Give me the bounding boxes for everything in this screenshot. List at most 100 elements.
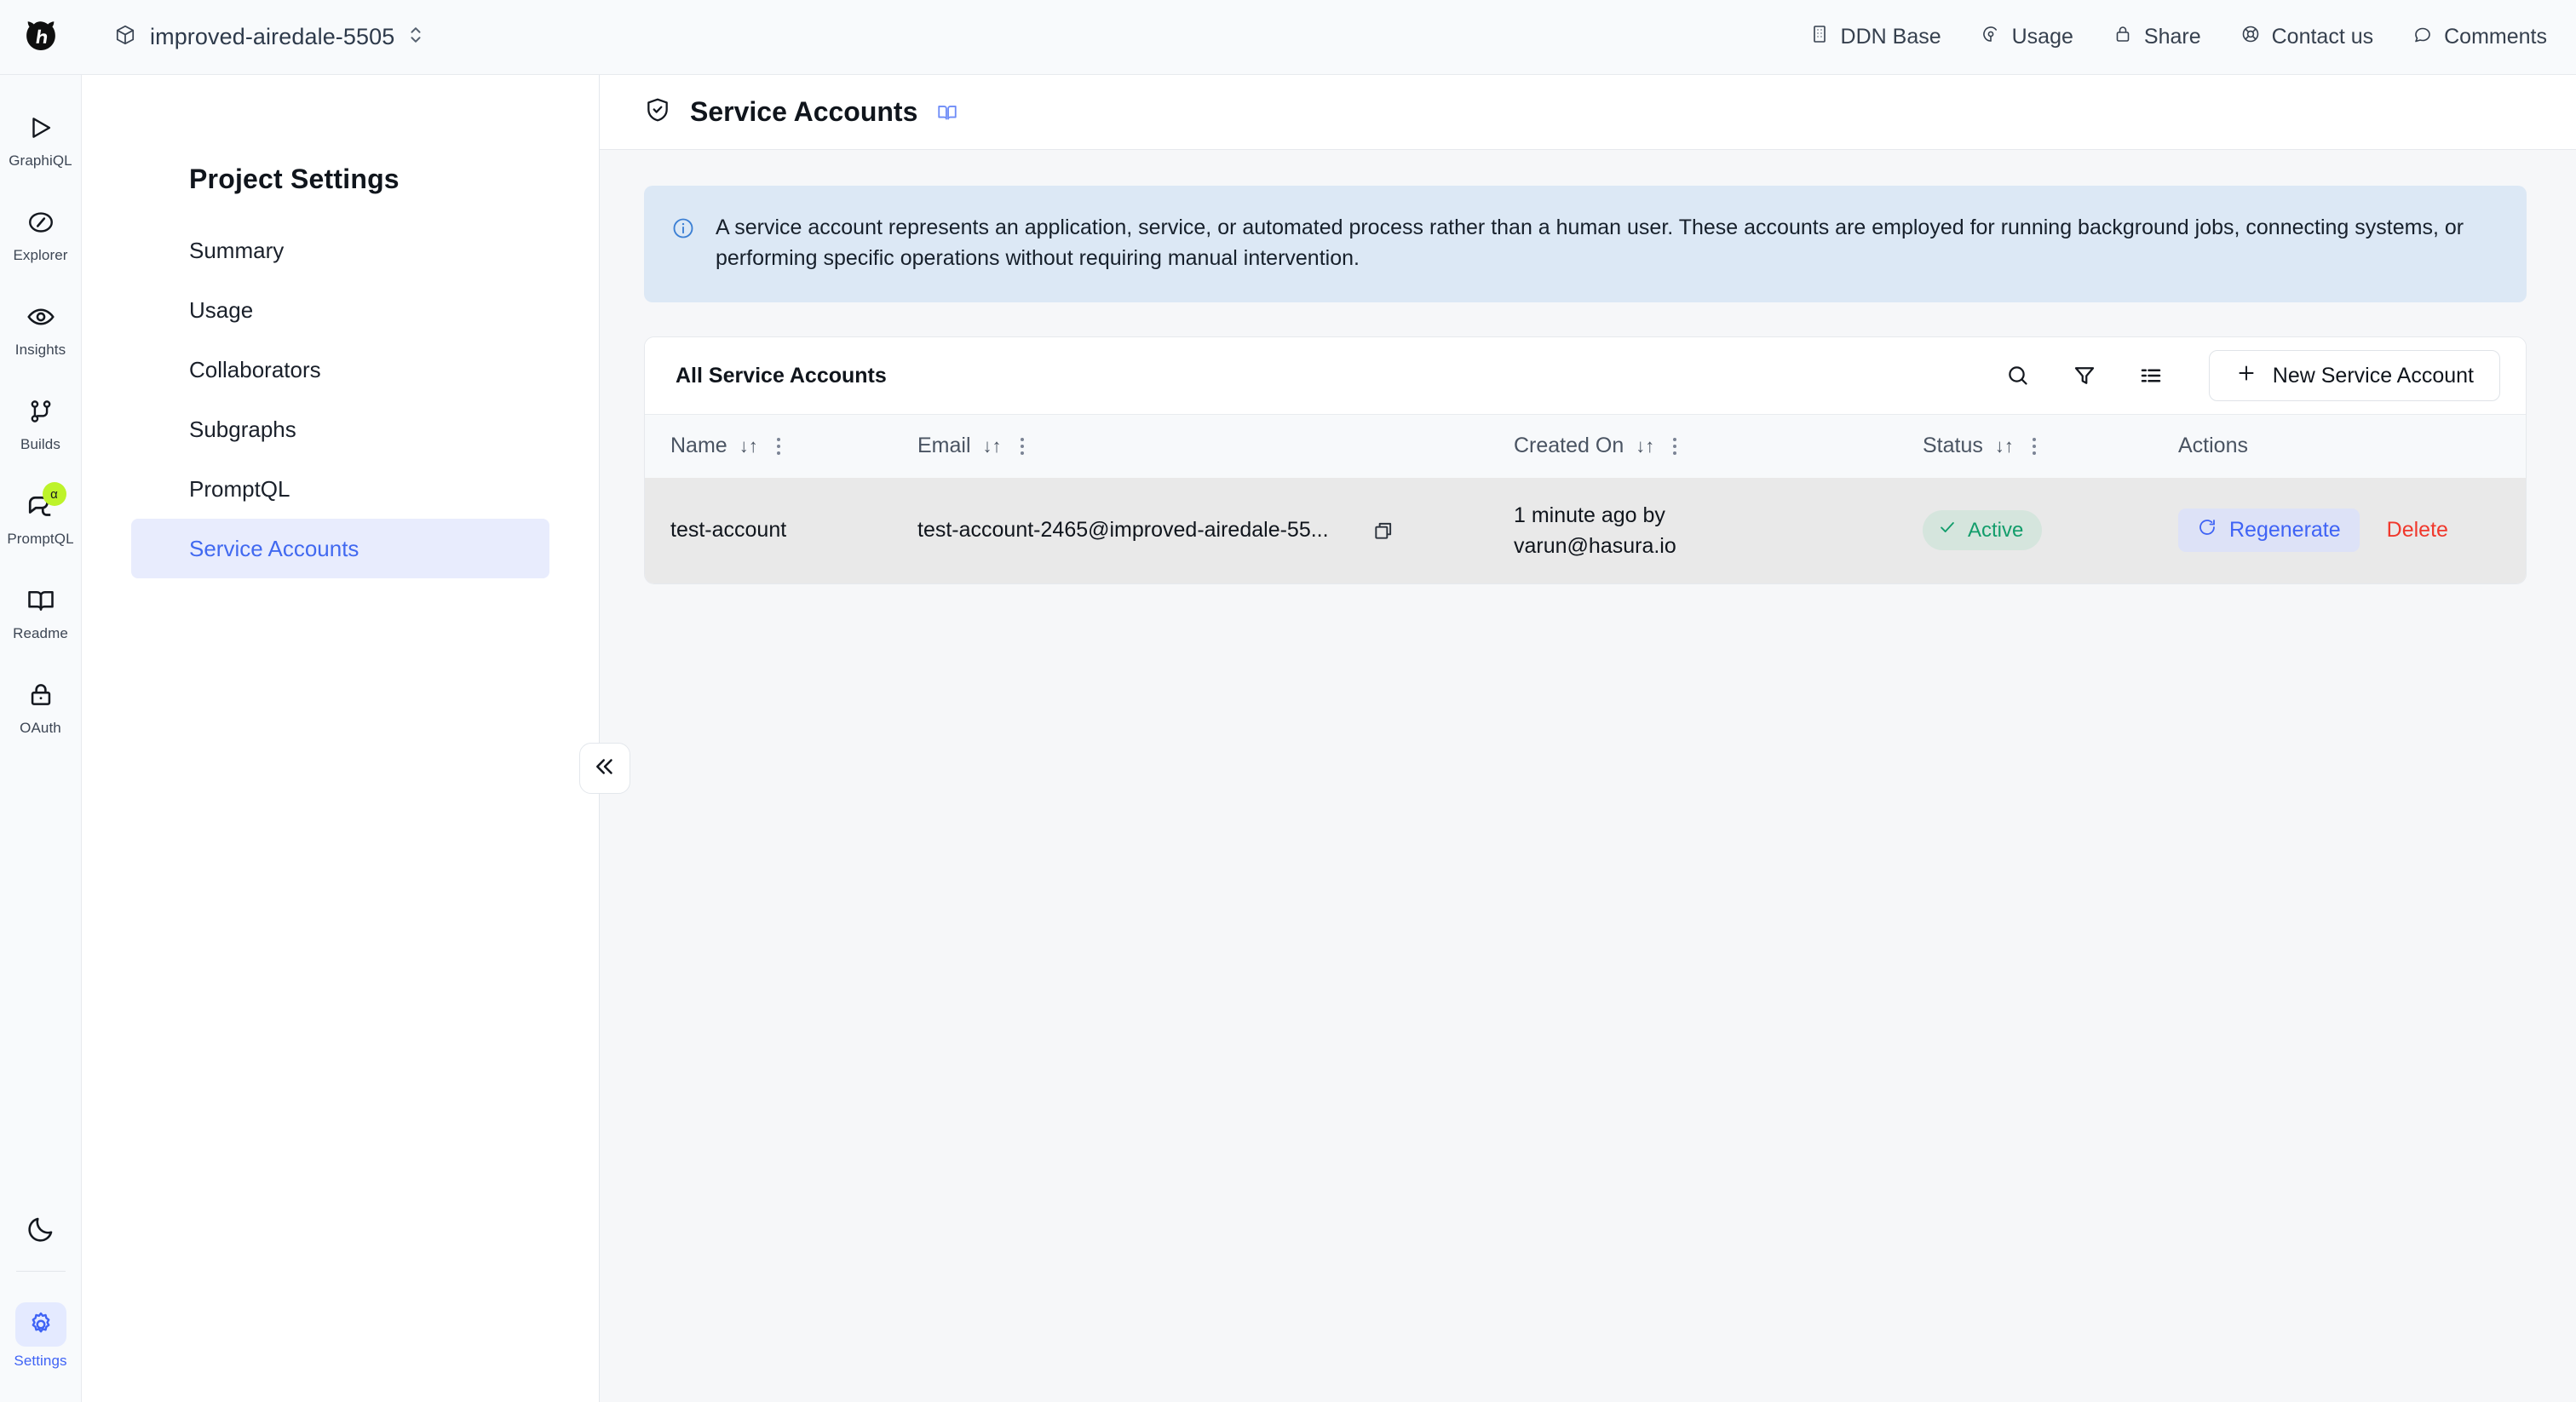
- sidebar-item-promptql[interactable]: PromptQL: [131, 459, 549, 519]
- rail-label: OAuth: [20, 720, 61, 736]
- regenerate-button[interactable]: Regenerate: [2178, 509, 2360, 553]
- refresh-icon: [2197, 517, 2217, 543]
- main-content: Service Accounts A service account repre…: [600, 75, 2576, 1402]
- email-text: test-account-2465@improved-airedale-55..…: [917, 518, 1329, 543]
- column-header-status[interactable]: Status ↓↑: [1923, 415, 2178, 478]
- moon-icon: [26, 1217, 56, 1248]
- regenerate-label: Regenerate: [2229, 518, 2341, 543]
- topnav-item-usage[interactable]: Usage: [1981, 24, 2073, 50]
- column-label: Created On: [1514, 434, 1624, 458]
- service-accounts-card: All Service Accounts New Service Account…: [644, 336, 2527, 584]
- sort-icon[interactable]: ↓↑: [739, 435, 758, 457]
- lock-icon: [2113, 24, 2133, 50]
- cell-name: test-account: [670, 518, 787, 543]
- theme-toggle-button[interactable]: [26, 1198, 56, 1271]
- app-root: improved-airedale-5505 DDN Base Usage Sh…: [0, 0, 2576, 1402]
- delete-button[interactable]: Delete: [2382, 509, 2453, 551]
- rail-label: GraphiQL: [9, 152, 72, 169]
- top-bar: improved-airedale-5505 DDN Base Usage Sh…: [0, 0, 2576, 75]
- column-header-created-on[interactable]: Created On ↓↑: [1514, 415, 1923, 478]
- rail-item-graphiql[interactable]: GraphiQL: [0, 97, 82, 178]
- nav-label: Usage: [189, 296, 254, 323]
- rail-item-oauth[interactable]: OAuth: [0, 664, 82, 745]
- sidebar-item-summary[interactable]: Summary: [131, 221, 549, 280]
- topnav-item-ddn-base[interactable]: DDN Base: [1809, 24, 1941, 50]
- service-accounts-table: Name ↓↑ Email ↓↑ Created On ↓↑ Status ↓↑…: [645, 414, 2526, 583]
- created-on-line-2: varun@hasura.io: [1514, 533, 1676, 558]
- column-header-email[interactable]: Email ↓↑: [917, 415, 1514, 478]
- nav-label: Service Accounts: [189, 535, 359, 561]
- sidebar-item-subgraphs[interactable]: Subgraphs: [131, 399, 549, 459]
- rail-item-explorer[interactable]: Explorer: [0, 192, 82, 273]
- play-icon: [22, 109, 60, 147]
- card-title: All Service Accounts: [676, 363, 887, 388]
- plus-icon: [2235, 362, 2257, 390]
- hasura-logo-icon[interactable]: [0, 0, 82, 75]
- support-icon: [2240, 24, 2261, 50]
- column-header-name[interactable]: Name ↓↑: [645, 415, 917, 478]
- page-title: Service Accounts: [690, 96, 918, 127]
- git-branch-icon: [22, 393, 60, 430]
- project-selector[interactable]: improved-airedale-5505: [106, 17, 432, 57]
- settings-nav-panel: Project Settings Summary Usage Collabora…: [82, 75, 630, 1402]
- rail-item-builds[interactable]: Builds: [0, 381, 82, 462]
- column-label: Name: [670, 434, 727, 458]
- chat-icon: α: [22, 482, 66, 525]
- sidebar-item-service-accounts[interactable]: Service Accounts: [131, 519, 549, 578]
- topnav-item-comments[interactable]: Comments: [2412, 24, 2547, 50]
- gear-icon: [14, 1302, 66, 1347]
- chevron-updown-icon[interactable]: [408, 24, 423, 50]
- book-open-icon[interactable]: [936, 101, 958, 124]
- shield-check-icon: [644, 96, 671, 128]
- new-service-account-label: New Service Account: [2272, 363, 2474, 388]
- cell-actions: Regenerate Delete: [2178, 478, 2526, 584]
- eye-icon: [22, 298, 60, 336]
- filter-icon[interactable]: [2067, 359, 2102, 393]
- alpha-badge: α: [42, 482, 66, 506]
- info-icon: [671, 213, 695, 273]
- topnav-label: Usage: [2011, 25, 2073, 49]
- rail-item-insights[interactable]: Insights: [0, 286, 82, 367]
- column-menu-icon[interactable]: [1014, 434, 1031, 458]
- compass-icon: [22, 204, 60, 241]
- sort-icon[interactable]: ↓↑: [1636, 435, 1654, 457]
- topnav-item-share[interactable]: Share: [2113, 24, 2201, 50]
- column-menu-icon[interactable]: [770, 434, 787, 458]
- table-row[interactable]: test-account test-account-2465@improved-…: [645, 477, 2526, 584]
- rail-label: PromptQL: [7, 531, 74, 547]
- topnav-label: Share: [2143, 25, 2201, 49]
- info-banner: A service account represents an applicat…: [644, 186, 2527, 302]
- usage-gauge-icon: [1981, 24, 2001, 50]
- table-head: Name ↓↑ Email ↓↑ Created On ↓↑ Status ↓↑…: [645, 414, 2526, 478]
- rail-item-promptql[interactable]: α PromptQL: [0, 475, 82, 556]
- rail-label: Explorer: [13, 247, 68, 263]
- nav-label: PromptQL: [189, 475, 290, 502]
- rail-item-settings[interactable]: Settings: [0, 1290, 82, 1388]
- comment-icon: [2412, 24, 2433, 50]
- sidebar-item-collaborators[interactable]: Collaborators: [131, 340, 549, 399]
- main-scroll-area: A service account represents an applicat…: [600, 150, 2576, 1402]
- sort-icon[interactable]: ↓↑: [1995, 435, 2014, 457]
- copy-icon[interactable]: [1366, 514, 1400, 548]
- left-rail: GraphiQL Explorer Insights Builds α Prom…: [0, 75, 82, 1402]
- column-header-actions: Actions: [2178, 415, 2526, 478]
- column-menu-icon[interactable]: [2026, 434, 2043, 458]
- info-banner-text: A service account represents an applicat…: [716, 215, 2464, 270]
- new-service-account-button[interactable]: New Service Account: [2208, 350, 2500, 401]
- topnav-label: DDN Base: [1840, 25, 1941, 49]
- search-icon[interactable]: [2001, 359, 2035, 393]
- body: GraphiQL Explorer Insights Builds α Prom…: [0, 75, 2576, 1402]
- columns-list-icon[interactable]: [2134, 359, 2168, 393]
- toolbar-actions: New Service Account: [2001, 350, 2500, 401]
- building-icon: [1809, 24, 1830, 50]
- sort-icon[interactable]: ↓↑: [983, 435, 1002, 457]
- rail-label: Builds: [20, 436, 60, 452]
- check-icon: [1938, 518, 1957, 543]
- topnav-label: Comments: [2444, 25, 2547, 49]
- nav-label: Subgraphs: [189, 416, 296, 442]
- rail-divider: [15, 1271, 66, 1272]
- topnav-item-contact-us[interactable]: Contact us: [2240, 24, 2373, 50]
- rail-item-readme[interactable]: Readme: [0, 570, 82, 651]
- column-menu-icon[interactable]: [1666, 434, 1683, 458]
- sidebar-item-usage[interactable]: Usage: [131, 280, 549, 340]
